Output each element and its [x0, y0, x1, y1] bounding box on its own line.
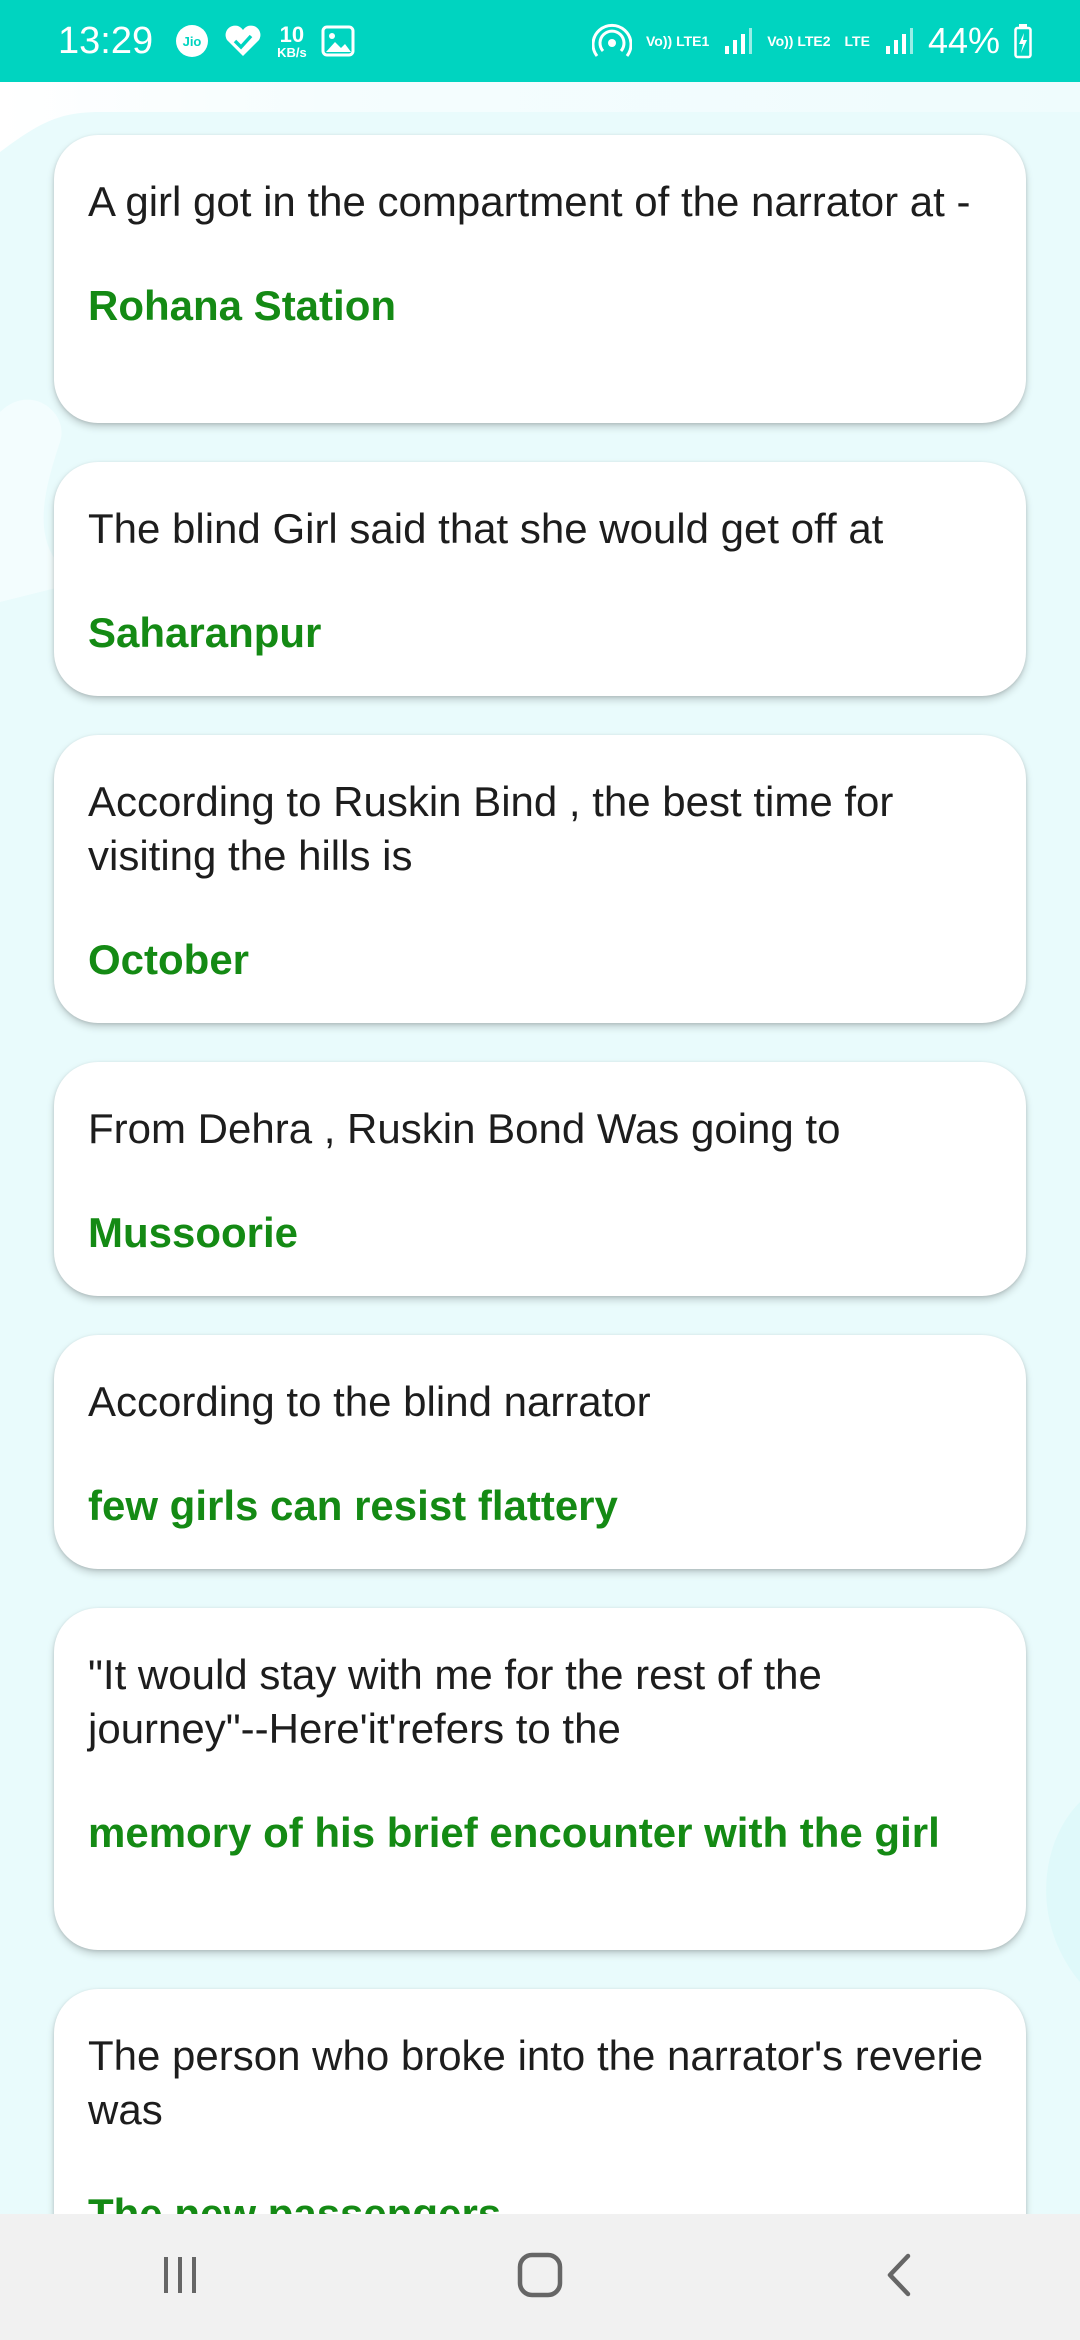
status-left: 13:29 Jio 10 KB/s: [58, 20, 355, 63]
home-button[interactable]: [480, 2227, 600, 2327]
question-text: The blind Girl said that she would get o…: [88, 505, 884, 552]
question-text: From Dehra , Ruskin Bond Was going to: [88, 1105, 841, 1152]
back-icon: [880, 2250, 920, 2305]
sim1-label: Vo)) LTE1: [646, 33, 710, 49]
question-text: "It would stay with me for the rest of t…: [88, 1651, 822, 1752]
question-card[interactable]: The person who broke into the narrator's…: [54, 1989, 1026, 2214]
network-speed-unit: KB/s: [277, 44, 307, 60]
status-right: Vo)) LTE1 Vo)) LTE2 LTE 44%: [592, 20, 1032, 62]
jio-icon: Jio: [175, 24, 209, 58]
home-icon: [515, 2250, 565, 2305]
back-button[interactable]: [840, 2227, 960, 2327]
question-text: A girl got in the compartment of the nar…: [88, 178, 971, 225]
network-speed: 10 KB/s: [277, 21, 307, 60]
system-navigation-bar: [0, 2214, 1080, 2340]
answer-text: Saharanpur: [88, 609, 322, 656]
gallery-icon: [321, 25, 355, 57]
battery-charging-icon: [1014, 23, 1032, 59]
network-speed-value: 10: [279, 21, 305, 47]
signal-sim1-icon: [723, 26, 753, 56]
question-card[interactable]: A girl got in the compartment of the nar…: [54, 135, 1026, 423]
question-card[interactable]: From Dehra , Ruskin Bond Was going to Mu…: [54, 1062, 1026, 1296]
question-card[interactable]: The blind Girl said that she would get o…: [54, 462, 1026, 696]
recent-apps-button[interactable]: [120, 2227, 240, 2327]
answer-text: Mussoorie: [88, 1209, 299, 1256]
health-heart-icon: [223, 24, 263, 58]
question-text: According to the blind narrator: [88, 1378, 651, 1425]
question-card[interactable]: "It would stay with me for the rest of t…: [54, 1608, 1026, 1950]
question-card[interactable]: According to the blind narrator few girl…: [54, 1335, 1026, 1569]
sim2-label: Vo)) LTE2: [767, 33, 831, 49]
question-card[interactable]: According to Ruskin Bind , the best time…: [54, 735, 1026, 1023]
hotspot-icon: [592, 23, 632, 59]
recent-apps-icon: [158, 2253, 202, 2302]
status-bar: 13:29 Jio 10 KB/s Vo)) LTE1 Vo)) LTE2 LT…: [0, 0, 1080, 82]
question-text: The person who broke into the narrator's…: [88, 2032, 984, 2133]
answer-text: The new passengers: [88, 2190, 502, 2214]
quiz-content[interactable]: A girl got in the compartment of the nar…: [0, 82, 1080, 2214]
answer-text: few girls can resist flattery: [88, 1482, 618, 1529]
status-time: 13:29: [58, 19, 154, 62]
battery-percent: 44%: [927, 20, 1000, 61]
signal-sim2-icon: [884, 26, 914, 56]
lte-label: LTE: [844, 33, 870, 49]
answer-text: memory of his brief encounter with the g…: [88, 1809, 940, 1856]
answer-text: Rohana Station: [88, 282, 397, 329]
answer-text: October: [88, 936, 250, 983]
question-text: According to Ruskin Bind , the best time…: [88, 778, 894, 879]
svg-text:Jio: Jio: [183, 34, 202, 49]
